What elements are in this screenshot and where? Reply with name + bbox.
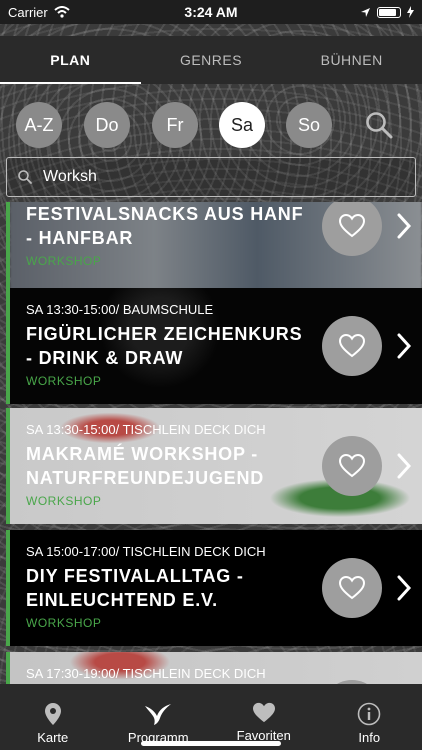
chevron-right-icon[interactable] xyxy=(396,212,412,240)
heart-outline-icon xyxy=(339,214,365,238)
day-button-so[interactable]: So xyxy=(286,102,332,148)
tab-plan[interactable]: PLAN xyxy=(0,36,141,84)
top-tab-bar: PLAN GENRES BÜHNEN xyxy=(0,36,422,84)
event-card[interactable]: SA 17:30-19:00/ TISCHLEIN DECK DICH xyxy=(6,652,422,684)
day-button-sa[interactable]: Sa xyxy=(219,102,265,148)
event-title: FESTIVALSNACKS AUS HANF - HANFBAR xyxy=(26,204,304,248)
tab-buehnen[interactable]: BÜHNEN xyxy=(281,36,422,84)
event-category: WORKSHOP xyxy=(26,494,102,508)
event-time-location: SA 13:30-15:00/ TISCHLEIN DECK DICH xyxy=(26,422,266,437)
day-button-az[interactable]: A-Z xyxy=(16,102,62,148)
day-button-do[interactable]: Do xyxy=(84,102,130,148)
carrier-label: Carrier xyxy=(8,4,48,20)
chevron-right-icon[interactable] xyxy=(396,332,412,360)
event-title: DIY FESTIVALALLTAG - EINLEUCHTEND E.V. xyxy=(26,566,244,610)
info-icon xyxy=(357,702,381,726)
home-indicator xyxy=(141,741,281,746)
event-category: WORKSHOP xyxy=(26,616,102,630)
event-card[interactable]: SA 13:30-15:00/ BAUMSCHULE FIGÜRLICHER Z… xyxy=(6,288,422,404)
search-input[interactable] xyxy=(43,168,383,186)
event-category: WORKSHOP xyxy=(26,254,102,268)
search-field-icon xyxy=(18,170,32,184)
event-category: WORKSHOP xyxy=(26,374,102,388)
event-time-location: SA 15:00-17:00/ TISCHLEIN DECK DICH xyxy=(26,544,266,559)
favorite-button[interactable] xyxy=(322,316,382,376)
chevron-right-icon[interactable] xyxy=(396,452,412,480)
event-card[interactable]: SA 13:30-15:00/ TISCHLEIN DECK DICH MAKR… xyxy=(6,408,422,524)
nav-label: Karte xyxy=(37,730,69,745)
nav-label: Info xyxy=(358,730,381,745)
battery-icon xyxy=(377,6,401,18)
nav-info[interactable]: Info xyxy=(317,684,422,750)
tab-genres[interactable]: GENRES xyxy=(141,36,282,84)
location-arrow-icon xyxy=(361,7,370,17)
heart-outline-icon xyxy=(339,454,365,478)
favorite-button[interactable] xyxy=(322,436,382,496)
nav-karte[interactable]: Karte xyxy=(0,684,106,750)
heart-icon xyxy=(252,702,275,723)
wifi-icon xyxy=(54,6,70,18)
heart-outline-icon xyxy=(339,576,365,600)
heart-outline-icon xyxy=(339,334,365,358)
search-field[interactable] xyxy=(6,157,416,197)
status-bar: Carrier 3:24 AM xyxy=(0,0,422,24)
event-time-location: SA 17:30-19:00/ TISCHLEIN DECK DICH xyxy=(26,666,266,681)
map-pin-icon xyxy=(44,703,61,725)
event-card[interactable]: SA 15:00-17:00/ TISCHLEIN DECK DICH DIY … xyxy=(6,530,422,646)
chevron-right-icon[interactable] xyxy=(396,574,412,602)
day-button-fr[interactable]: Fr xyxy=(152,102,198,148)
event-title: FIGÜRLICHER ZEICHENKURS - DRINK & DRAW xyxy=(26,324,303,368)
charging-bolt-icon xyxy=(407,6,414,18)
bird-icon xyxy=(145,704,172,725)
event-title: MAKRAMÉ WORKSHOP - NATURFREUNDEJUGEND xyxy=(26,444,265,488)
event-time-location: SA 13:30-15:00/ BAUMSCHULE xyxy=(26,302,214,317)
event-list: FESTIVALSNACKS AUS HANF - HANFBAR WORKSH… xyxy=(0,202,422,684)
search-icon[interactable] xyxy=(364,110,394,140)
day-selector: A-Z Do Fr Sa So xyxy=(16,102,406,148)
favorite-button[interactable] xyxy=(322,558,382,618)
